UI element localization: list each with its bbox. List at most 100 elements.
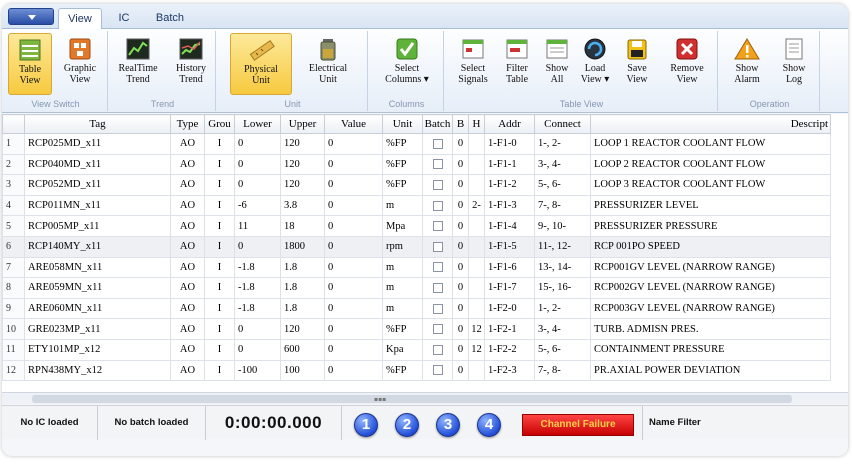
cell-type[interactable]: AO [170, 359, 205, 382]
cell-type[interactable]: AO [170, 318, 205, 340]
cell-value[interactable]: 0 [324, 277, 383, 299]
horizontal-scrollbar[interactable]: ▪▪▪ [2, 392, 848, 404]
table-row[interactable]: 3 RCP052MD_x11 AO I 0 120 0 %FP 0 1-F1-2 5-, 6- LOO… [2, 174, 831, 196]
history-trend-button[interactable]: History Trend [168, 33, 214, 95]
table-row[interactable]: 5 RCP005MP_x11 AO I 11 18 0 Mpa 0 1-F1-4 9-, 10- PR… [2, 215, 831, 237]
cell-addr[interactable]: 1-F1-6 [484, 256, 535, 279]
cell-type[interactable]: AO [170, 153, 205, 176]
column-header[interactable]: H [468, 114, 485, 134]
cell-h[interactable] [468, 359, 485, 382]
batch-checkbox[interactable] [432, 200, 443, 211]
cell-upper[interactable]: 120 [280, 153, 325, 176]
log-button[interactable]: Show Log [774, 33, 814, 95]
row-number[interactable]: 4 [2, 194, 25, 217]
cell-descript[interactable]: LOOP 3 REACTOR COOLANT FLOW [590, 174, 831, 196]
cell-unit[interactable]: m [382, 194, 423, 217]
cell-tag[interactable]: RCP040MD_x11 [24, 153, 171, 176]
batch-checkbox-cell[interactable] [422, 256, 453, 279]
cell-h[interactable] [468, 215, 485, 237]
cell-type[interactable]: AO [170, 174, 205, 196]
cell-upper[interactable]: 1.8 [280, 297, 325, 320]
batch-checkbox[interactable] [432, 303, 443, 314]
cell-unit[interactable]: m [382, 277, 423, 299]
cell-unit[interactable]: rpm [382, 235, 423, 258]
application-menu-button[interactable] [8, 8, 54, 25]
remove-view-button[interactable]: Remove View [662, 33, 712, 95]
cell-h[interactable]: 12 [468, 338, 485, 361]
cell-lower[interactable]: 0 [234, 338, 281, 361]
batch-checkbox[interactable] [432, 159, 443, 170]
table-view-button[interactable]: Table View [8, 33, 52, 95]
cell-value[interactable]: 0 [324, 174, 383, 196]
batch-checkbox-cell[interactable] [422, 174, 453, 196]
cell-descript[interactable]: LOOP 1 REACTOR COOLANT FLOW [590, 133, 831, 155]
cell-descript[interactable]: RCP002GV LEVEL (NARROW RANGE) [590, 277, 831, 299]
row-number[interactable]: 8 [2, 277, 25, 299]
cell-type[interactable]: AO [170, 277, 205, 299]
cell-lower[interactable]: -6 [234, 194, 281, 217]
table-row[interactable]: 4 RCP011MN_x11 AO I -6 3.8 0 m 0 2- 1-F1-3 7-, 8- PR… [2, 194, 831, 217]
cell-type[interactable]: AO [170, 235, 205, 258]
cell-h[interactable]: 12 [468, 318, 485, 340]
row-number[interactable]: 11 [2, 338, 25, 361]
cell-upper[interactable]: 120 [280, 174, 325, 196]
table-row[interactable]: 9 ARE060MN_x11 AO I -1.8 1.8 0 m 0 1-F2-0 1-, 2- RC… [2, 297, 831, 320]
cell-b[interactable]: 0 [452, 297, 469, 320]
channel-1-button[interactable]: 1 [354, 413, 378, 437]
column-header[interactable]: Batch [422, 114, 453, 134]
table-row[interactable]: 8 ARE059MN_x11 AO I -1.8 1.8 0 m 0 1-F1-7 15-, 16-… [2, 277, 831, 299]
cell-addr[interactable]: 1-F1-5 [484, 235, 535, 258]
tab-batch[interactable]: Batch [146, 8, 194, 29]
cell-tag[interactable]: ARE059MN_x11 [24, 277, 171, 299]
cell-b[interactable]: 0 [452, 277, 469, 299]
cell-upper[interactable]: 120 [280, 318, 325, 340]
cell-value[interactable]: 0 [324, 297, 383, 320]
cell-grou[interactable]: I [204, 215, 235, 237]
cell-upper[interactable]: 600 [280, 338, 325, 361]
select-signals-button[interactable]: Select Signals [452, 33, 494, 95]
checkmark-button[interactable]: Select Columns ▾ [376, 33, 438, 95]
cell-connect[interactable]: 5-, 6- [534, 338, 591, 361]
cell-grou[interactable]: I [204, 297, 235, 320]
cell-upper[interactable]: 1.8 [280, 256, 325, 279]
table-row[interactable]: 6 RCP140MY_x11 AO I 0 1800 0 rpm 0 1-F1-5 11-, 12-… [2, 235, 831, 258]
cell-tag[interactable]: RCP140MY_x11 [24, 235, 171, 258]
cell-lower[interactable]: 11 [234, 215, 281, 237]
cell-grou[interactable]: I [204, 133, 235, 155]
cell-connect[interactable]: 7-, 8- [534, 194, 591, 217]
batch-checkbox-cell[interactable] [422, 318, 453, 340]
alarm-button[interactable]: Show Alarm [726, 33, 768, 95]
cell-upper[interactable]: 3.8 [280, 194, 325, 217]
cell-connect[interactable]: 13-, 14- [534, 256, 591, 279]
cell-descript[interactable]: RCP003GV LEVEL (NARROW RANGE) [590, 297, 831, 320]
column-header[interactable]: Connect [534, 114, 591, 134]
cell-grou[interactable]: I [204, 235, 235, 258]
cell-addr[interactable]: 1-F1-2 [484, 174, 535, 196]
cell-tag[interactable]: RPN438MY_x12 [24, 359, 171, 382]
cell-h[interactable]: 2- [468, 194, 485, 217]
cell-b[interactable]: 0 [452, 338, 469, 361]
cell-connect[interactable]: 7-, 8- [534, 359, 591, 382]
cell-grou[interactable]: I [204, 256, 235, 279]
cell-value[interactable]: 0 [324, 318, 383, 340]
column-header[interactable] [2, 114, 25, 134]
cell-addr[interactable]: 1-F2-2 [484, 338, 535, 361]
column-header[interactable]: Upper [280, 114, 325, 134]
cell-type[interactable]: AO [170, 194, 205, 217]
cell-descript[interactable]: PRESSURIZER LEVEL [590, 194, 831, 217]
cell-lower[interactable]: -1.8 [234, 297, 281, 320]
cell-connect[interactable]: 3-, 4- [534, 153, 591, 176]
cell-value[interactable]: 0 [324, 256, 383, 279]
cell-tag[interactable]: ETY101MP_x12 [24, 338, 171, 361]
cell-lower[interactable]: -100 [234, 359, 281, 382]
cell-descript[interactable]: RCP001GV LEVEL (NARROW RANGE) [590, 256, 831, 279]
cell-unit[interactable]: %FP [382, 133, 423, 155]
column-header[interactable]: Lower [234, 114, 281, 134]
channel-2-button[interactable]: 2 [395, 413, 419, 437]
cell-tag[interactable]: ARE060MN_x11 [24, 297, 171, 320]
batch-checkbox-cell[interactable] [422, 338, 453, 361]
cell-tag[interactable]: GRE023MP_x11 [24, 318, 171, 340]
row-number[interactable]: 7 [2, 256, 25, 279]
cell-b[interactable]: 0 [452, 235, 469, 258]
batch-checkbox[interactable] [432, 138, 443, 149]
